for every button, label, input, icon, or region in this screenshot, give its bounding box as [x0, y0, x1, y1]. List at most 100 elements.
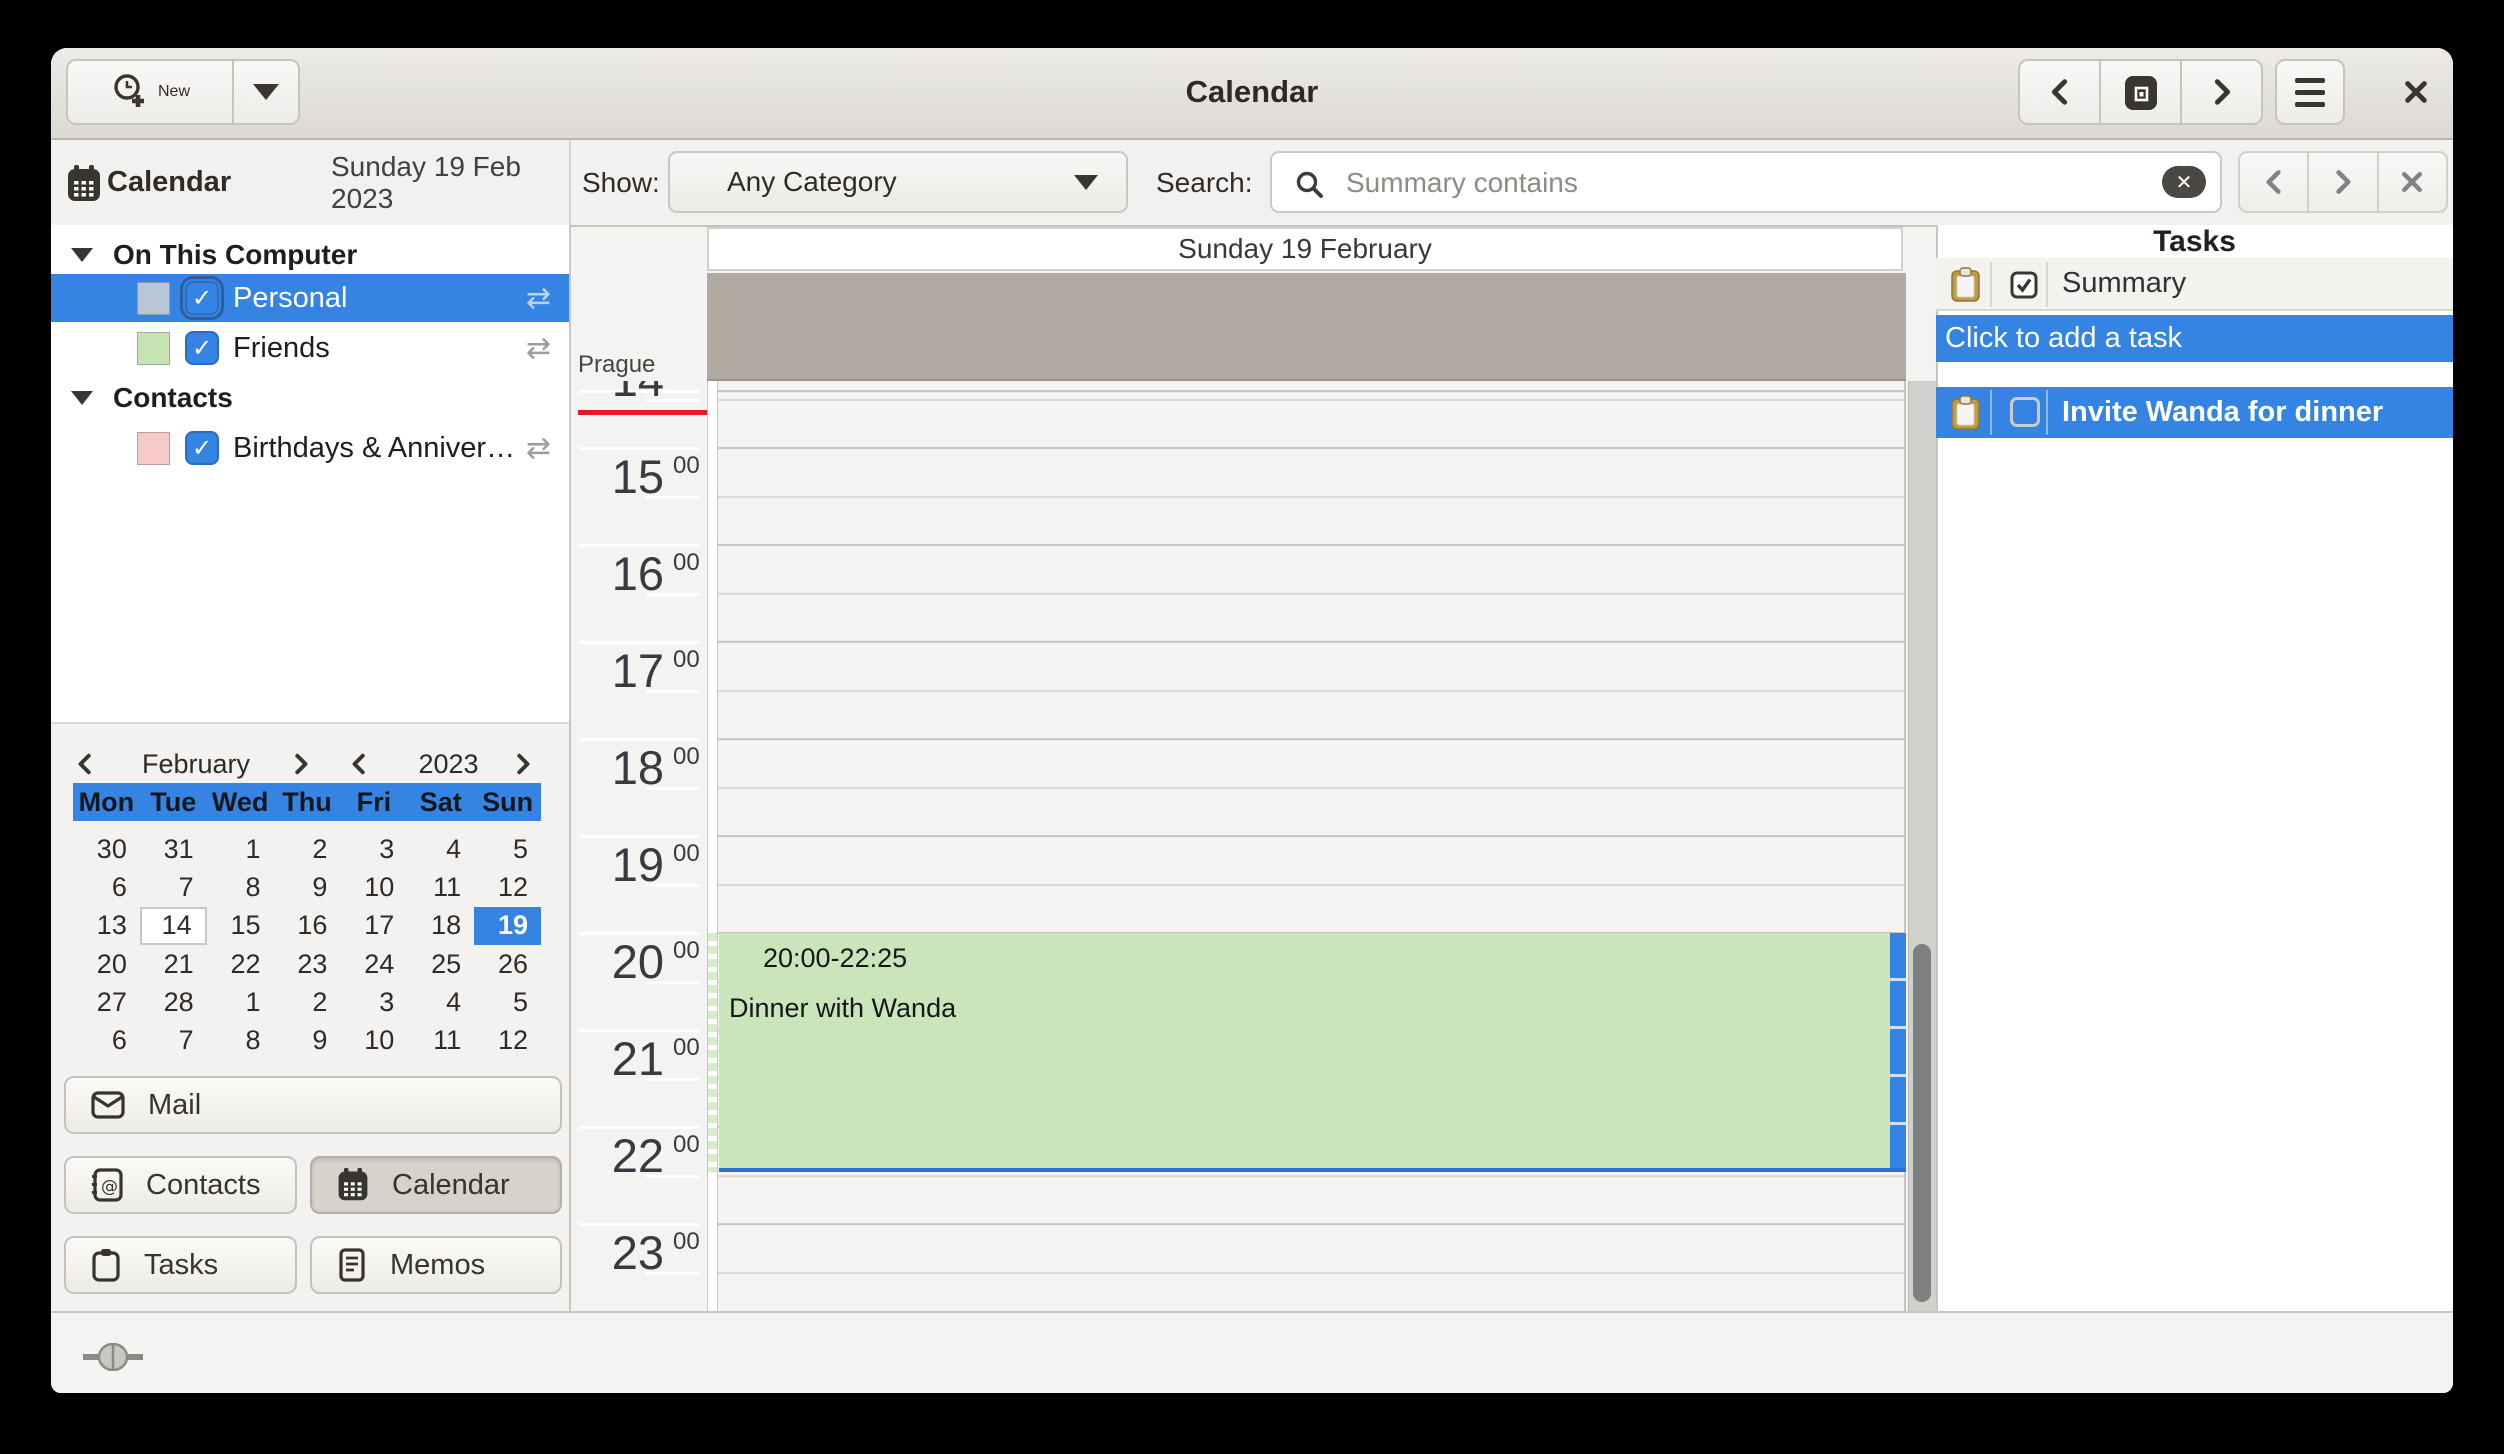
- switcher-calendar-button[interactable]: Calendar: [310, 1156, 562, 1214]
- hamburger-icon-bar: [2295, 102, 2325, 107]
- minical-day-cell[interactable]: 11: [407, 868, 474, 906]
- column-separator[interactable]: [1990, 262, 1992, 307]
- close-search-button[interactable]: [2377, 153, 2446, 211]
- tasks-column-header[interactable]: Summary: [1936, 258, 2453, 311]
- next-year-button[interactable]: [509, 750, 537, 778]
- minical-day-cell[interactable]: 1: [207, 830, 274, 868]
- search-input[interactable]: [1344, 157, 2108, 209]
- minical-day-cell[interactable]: 21: [140, 945, 207, 983]
- minical-day-cell[interactable]: 25: [407, 945, 474, 983]
- calendar-row-birthdays[interactable]: ✓ Birthdays & Anniver… ⇄: [51, 424, 569, 472]
- minical-day-cell[interactable]: 23: [274, 945, 341, 983]
- minical-day-cell[interactable]: 28: [140, 983, 207, 1021]
- task-summary: Invite Wanda for dinner: [2062, 387, 2383, 438]
- search-result-nav-group: [2238, 151, 2448, 213]
- calendar-checkbox[interactable]: ✓: [185, 431, 219, 465]
- minical-day-cell[interactable]: 15: [207, 907, 274, 945]
- minical-day-cell[interactable]: 12: [474, 868, 541, 906]
- minical-day-cell[interactable]: 26: [474, 945, 541, 983]
- minical-day-cell[interactable]: 4: [407, 983, 474, 1021]
- previous-day-button[interactable]: [2020, 61, 2099, 123]
- day-view-scrollbar[interactable]: [1908, 381, 1936, 1311]
- next-day-button[interactable]: [2180, 61, 2261, 123]
- minical-day-cell[interactable]: 9: [274, 1022, 341, 1060]
- calendar-row-personal[interactable]: ✓ Personal ⇄: [51, 274, 569, 322]
- add-task-row[interactable]: Click to add a task: [1936, 315, 2453, 362]
- minical-day-cell[interactable]: 4: [407, 830, 474, 868]
- event-dinner-with-wanda[interactable]: 20:00-22:25 Dinner with Wanda: [719, 933, 1906, 1172]
- switcher-mail-button[interactable]: Mail: [64, 1076, 562, 1134]
- minical-day-cell[interactable]: 6: [73, 1022, 140, 1060]
- category-filter-dropdown[interactable]: Any Category: [668, 151, 1128, 213]
- expander-triangle-icon: [71, 391, 93, 405]
- previous-year-button[interactable]: [345, 750, 373, 778]
- chevron-right-icon: [289, 750, 313, 778]
- section-contacts[interactable]: Contacts: [51, 378, 569, 418]
- calendar-checkbox[interactable]: ✓: [185, 281, 219, 315]
- minical-day-cell[interactable]: 27: [73, 983, 140, 1021]
- minical-day-cell[interactable]: 24: [340, 945, 407, 983]
- calendar-checkbox[interactable]: ✓: [185, 331, 219, 365]
- task-row[interactable]: Invite Wanda for dinner: [1936, 387, 2453, 438]
- next-month-button[interactable]: [287, 750, 315, 778]
- minical-day-cell[interactable]: 2: [274, 983, 341, 1021]
- minical-day-cell[interactable]: 9: [274, 868, 341, 906]
- minical-day-cell[interactable]: 8: [207, 868, 274, 906]
- column-separator[interactable]: [2046, 262, 2048, 307]
- new-split-button: New: [66, 59, 300, 125]
- main-menu-button[interactable]: [2275, 59, 2345, 125]
- minical-day-cell[interactable]: 17: [340, 907, 407, 945]
- new-dropdown-button[interactable]: [234, 61, 298, 123]
- minical-day-cell[interactable]: 14: [140, 907, 207, 945]
- minical-day-cell[interactable]: 3: [340, 983, 407, 1021]
- minical-day-cell[interactable]: 1: [207, 983, 274, 1021]
- minical-day-cell[interactable]: 10: [340, 1022, 407, 1060]
- minical-day-cell[interactable]: 5: [474, 830, 541, 868]
- search-field: ✕: [1270, 151, 2222, 213]
- chevron-right-icon: [511, 750, 535, 778]
- minical-day-cell[interactable]: 3: [340, 830, 407, 868]
- minical-day-cell[interactable]: 22: [207, 945, 274, 983]
- minical-day-cell[interactable]: 12: [474, 1022, 541, 1060]
- sync-icon: ⇄: [526, 324, 551, 372]
- minical-dayname: Sat: [407, 783, 474, 821]
- minical-day-cell[interactable]: 16: [274, 907, 341, 945]
- previous-month-button[interactable]: [71, 750, 99, 778]
- minical-day-cell[interactable]: 31: [140, 830, 207, 868]
- switcher-contacts-button[interactable]: @ Contacts: [64, 1156, 297, 1214]
- minical-date-grid: 3031123456789101112131415161718192021222…: [73, 830, 541, 1060]
- minical-day-cell[interactable]: 30: [73, 830, 140, 868]
- minical-day-cell[interactable]: 6: [73, 868, 140, 906]
- previous-result-button[interactable]: [2240, 153, 2307, 211]
- task-completed-checkbox[interactable]: [2010, 397, 2040, 427]
- calendar-row-friends[interactable]: ✓ Friends ⇄: [51, 324, 569, 372]
- minical-day-cell[interactable]: 10: [340, 868, 407, 906]
- switcher-memos-button[interactable]: Memos: [310, 1236, 562, 1294]
- all-day-events-banner[interactable]: [707, 273, 1906, 381]
- expander-triangle-icon: [71, 248, 93, 262]
- minical-day-cell[interactable]: 11: [407, 1022, 474, 1060]
- summary-column-header[interactable]: Summary: [2062, 258, 2186, 309]
- minical-day-cell[interactable]: 7: [140, 868, 207, 906]
- minical-day-cell[interactable]: 18: [407, 907, 474, 945]
- switcher-tasks-button[interactable]: Tasks: [64, 1236, 297, 1294]
- pane-resize-handle[interactable]: [83, 1343, 143, 1376]
- minical-day-cell[interactable]: 7: [140, 1022, 207, 1060]
- minical-day-cell[interactable]: 13: [73, 907, 140, 945]
- minical-day-cell[interactable]: 2: [274, 830, 341, 868]
- next-result-button[interactable]: [2307, 153, 2376, 211]
- new-button[interactable]: New: [68, 61, 234, 123]
- hour-label: 1600: [569, 550, 664, 597]
- minical-day-cell[interactable]: 5: [474, 983, 541, 1021]
- section-on-this-computer[interactable]: On This Computer: [51, 235, 569, 275]
- completed-column-icon: [2009, 270, 2039, 305]
- clear-search-icon[interactable]: ✕: [2162, 166, 2206, 198]
- minical-day-cell[interactable]: 19: [474, 907, 541, 945]
- close-window-button[interactable]: [2381, 59, 2451, 125]
- hamburger-icon-bar: [2295, 90, 2325, 95]
- go-to-today-button[interactable]: [2099, 61, 2180, 123]
- scrollbar-thumb[interactable]: [1913, 944, 1931, 1302]
- minical-day-cell[interactable]: 20: [73, 945, 140, 983]
- minical-day-cell[interactable]: 8: [207, 1022, 274, 1060]
- category-filter-value: Any Category: [727, 166, 897, 198]
